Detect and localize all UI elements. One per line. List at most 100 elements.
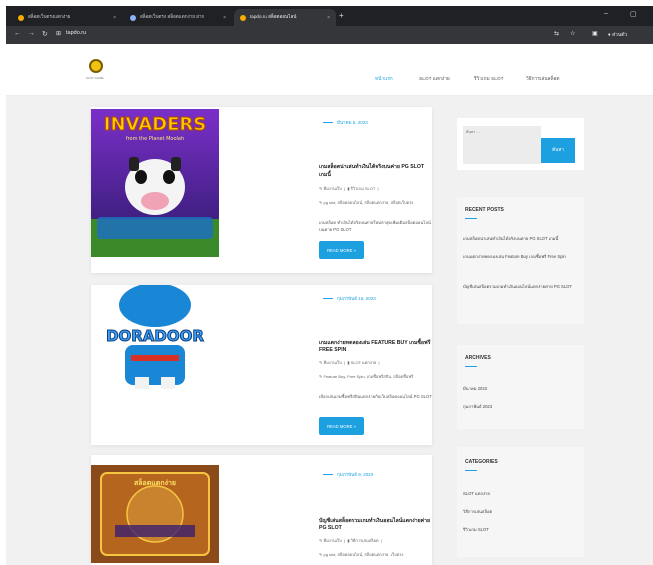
post-tags-text[interactable]: Feature Buy, Free Spin, เกมซื้อฟรีสปิน, …: [323, 374, 413, 379]
post-meta: ✎ ทีมงานเว็บ | ▮ วิธีการเล่นสล็อต |: [319, 538, 382, 543]
archive-link[interactable]: กุมภาพันธ์ 2023: [463, 403, 578, 410]
site-favicon-icon: [240, 14, 246, 21]
site-favicon-icon: [130, 14, 136, 21]
recent-post-link[interactable]: บัญชีเล่นสล็อตรวมเกมทำเงินออนไลน์แตกง่าย…: [463, 283, 578, 290]
close-tab-icon[interactable]: ×: [219, 15, 226, 21]
bookmark-star-icon[interactable]: ☆: [570, 30, 575, 37]
post-card: สล็อตแตกง่าย กุมภาพันธ์ 9, 2023 บัญชีเล่…: [91, 455, 432, 565]
post-tags-text[interactable]: pg slot, สล็อตออนไลน์, สล็อตแตกง่าย, สล็…: [323, 200, 413, 205]
nav-how-to-play[interactable]: วิธีการเล่นสล็อต: [526, 75, 560, 83]
category-link[interactable]: วิธีการเล่นสล็อต: [463, 508, 578, 515]
categories-widget: CATEGORIES SLOT แตกง่าย วิธีการเล่นสล็อต…: [457, 447, 584, 557]
site-logo[interactable]: [89, 59, 103, 73]
tag-icon: ✎: [319, 552, 323, 557]
minimize-icon[interactable]: –: [604, 10, 608, 17]
recent-post-link[interactable]: เกมแตกง่ายทดลองเล่น Feature Buy เกมซื้อฟ…: [463, 253, 578, 260]
post-thumbnail[interactable]: INVADERS from the Planet Moolah: [91, 109, 219, 257]
category-link[interactable]: SLOT แตกง่าย: [463, 490, 578, 497]
new-tab-button[interactable]: +: [339, 11, 344, 20]
post-thumbnail[interactable]: DORADOOR: [91, 285, 219, 400]
thumbnail-title: INVADERS: [104, 114, 206, 135]
browser-tab[interactable]: สล็อตเว็บตรงแตกง่าย ×: [12, 9, 122, 26]
category-icon: ▮: [347, 360, 350, 365]
post-date[interactable]: กุมภาพันธ์ 16, 2023: [323, 295, 376, 302]
post-author[interactable]: ทีมงานเว็บ: [323, 360, 341, 365]
widget-title: ARCHIVES: [465, 355, 491, 361]
post-author[interactable]: ทีมงานเว็บ: [323, 186, 341, 191]
sidebar-icon[interactable]: ▣: [592, 30, 598, 37]
archives-widget: ARCHIVES มีนาคม 2023 กุมภาพันธ์ 2023: [457, 345, 584, 429]
search-button[interactable]: ค้นหา: [541, 138, 575, 163]
post-excerpt: เกมสล็อต ทำเงินได้จริงบนค่ายใหม่ล่าสุดเพ…: [319, 220, 431, 232]
thumbnail-title: DORADOOR: [106, 327, 204, 345]
post-thumbnail[interactable]: สล็อตแตกง่าย: [91, 465, 219, 563]
read-more-button[interactable]: READ MORE »: [319, 417, 364, 435]
post-card: INVADERS from the Planet Moolah มีนาคม 6…: [91, 107, 432, 273]
search-input[interactable]: ค้นหา …: [463, 126, 541, 164]
tab-label: tapdo.ru สล็อตออนไลน์: [250, 14, 297, 19]
author-icon: ✎: [319, 360, 323, 365]
nav-slot-review[interactable]: รีวิวเกม SLOT: [474, 75, 504, 83]
slot-thumbnail-image: สล็อตแตกง่าย: [91, 465, 219, 563]
thumbnail-subtitle: from the Planet Moolah: [126, 136, 184, 142]
archive-link[interactable]: มีนาคม 2023: [463, 385, 578, 392]
search-placeholder: ค้นหา …: [466, 130, 480, 134]
post-category[interactable]: วิธีการเล่นสล็อต: [351, 538, 379, 543]
url-field[interactable]: tapdo.ru: [66, 30, 86, 36]
browser-tab-active[interactable]: tapdo.ru สล็อตออนไลน์ ×: [234, 9, 336, 26]
category-icon: ▮: [347, 186, 350, 191]
widget-title-underline: [465, 470, 477, 471]
post-date[interactable]: กุมภาพันธ์ 9, 2023: [323, 471, 373, 478]
reload-icon[interactable]: ↻: [42, 30, 48, 38]
post-category[interactable]: SLOT แตกง่าย: [351, 360, 377, 365]
post-excerpt: เลือกเล่นเกมซื้อฟรีสปินแตกง่ายกับเว็บสล็…: [319, 394, 432, 399]
profile-button[interactable]: ♦ ส่วนตัว: [608, 31, 627, 39]
site-header: SLOT GAME หน้าแรก SLOT แตกง่าย รีวิวเกม …: [6, 44, 653, 96]
post-meta: ✎ ทีมงานเว็บ | ▮ รีวิวเกม SLOT |: [319, 186, 379, 191]
invaders-thumbnail-image: INVADERS from the Planet Moolah: [91, 109, 219, 257]
thumbnail-title: สล็อตแตกง่าย: [134, 478, 176, 487]
maximize-icon[interactable]: ▢: [630, 10, 637, 18]
post-title[interactable]: บัญชีเล่นสล็อตรวมเกมทำเงินออนไลน์แตกง่าย…: [319, 517, 432, 531]
tab-label: สล็อตเว็บตรง สล็อตแตกง่าย ฝาก: [140, 14, 205, 19]
post-card: DORADOOR กุมภาพันธ์ 16, 2023 เกมแตกง่ายท…: [91, 285, 432, 445]
doradoor-thumbnail-image: DORADOOR: [91, 285, 219, 400]
forward-icon[interactable]: →: [28, 30, 35, 37]
recent-post-link[interactable]: เกมสล็อตน่าเล่นทำเงินได้จริงบนค่าย PG SL…: [463, 235, 578, 242]
browser-window: สล็อตเว็บตรงแตกง่าย × สล็อตเว็บตรง สล็อต…: [6, 6, 653, 565]
profile-icon: ♦: [608, 32, 611, 38]
tag-icon: ✎: [319, 200, 323, 205]
read-more-button[interactable]: READ MORE »: [319, 241, 364, 259]
browser-tab[interactable]: สล็อตเว็บตรง สล็อตแตกง่าย ฝาก ×: [124, 9, 232, 26]
logo-caption: SLOT GAME: [86, 76, 104, 80]
category-icon: ▮: [347, 538, 350, 543]
post-title[interactable]: เกมแตกง่ายทดลองเล่น FEATURE BUY เกมซื้อฟ…: [319, 339, 432, 353]
profile-label: ส่วนตัว: [611, 32, 628, 38]
recent-posts-widget: RECENT POSTS เกมสล็อตน่าเล่นทำเงินได้จริ…: [457, 197, 584, 324]
post-meta: ✎ ทีมงานเว็บ | ▮ SLOT แตกง่าย |: [319, 360, 380, 365]
widget-title-underline: [465, 218, 477, 219]
back-icon[interactable]: ←: [14, 30, 21, 37]
close-tab-icon[interactable]: ×: [109, 15, 116, 21]
post-tags: ✎ pg slot, สล็อตออนไลน์, สล็อตแตกง่าย, เ…: [319, 551, 403, 558]
nav-slot-easy[interactable]: SLOT แตกง่าย: [419, 75, 450, 83]
author-icon: ✎: [319, 538, 323, 543]
post-author[interactable]: ทีมงานเว็บ: [323, 538, 341, 543]
tag-icon: ✎: [319, 374, 323, 379]
translate-icon[interactable]: ⇆: [554, 30, 559, 37]
nav-home[interactable]: หน้าแรก: [375, 75, 393, 83]
close-tab-icon[interactable]: ×: [323, 15, 330, 21]
post-date[interactable]: มีนาคม 6, 2023: [323, 119, 368, 126]
widget-title: RECENT POSTS: [465, 207, 504, 213]
tab-label: สล็อตเว็บตรงแตกง่าย: [28, 14, 71, 19]
post-tags: ✎ pg slot, สล็อตออนไลน์, สล็อตแตกง่าย, ส…: [319, 199, 413, 206]
post-category[interactable]: รีวิวเกม SLOT: [351, 186, 376, 191]
site-favicon-icon: [18, 14, 24, 21]
address-toolbar: ← → ↻ ⊞ tapdo.ru ⇆ ☆ ▣ ♦ ส่วนตัว: [6, 26, 653, 44]
widget-title: CATEGORIES: [465, 459, 498, 465]
post-tags-text[interactable]: pg slot, สล็อตออนไลน์, สล็อตแตกง่าย, เว็…: [323, 552, 403, 557]
category-link[interactable]: รีวิวเกม SLOT: [463, 526, 578, 533]
post-title[interactable]: เกมสล็อตน่าเล่นทำเงินได้จริงบนค่าย PG SL…: [319, 163, 432, 179]
site-info-icon[interactable]: ⊞: [56, 30, 61, 37]
widget-title-underline: [465, 366, 477, 367]
